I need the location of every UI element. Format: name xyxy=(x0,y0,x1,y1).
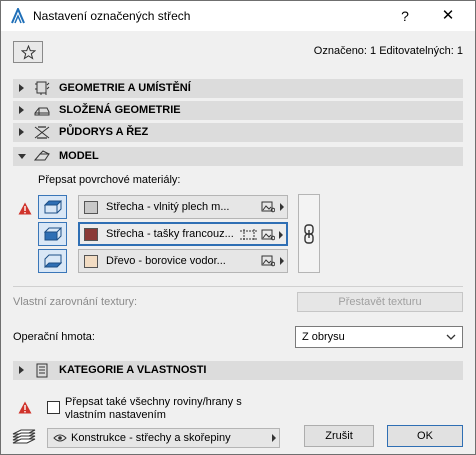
operation-mass-value: Z obrysu xyxy=(302,331,345,343)
image-icon xyxy=(261,229,275,241)
section-label: SLOŽENÁ GEOMETRIE xyxy=(59,104,181,116)
override-all-checkbox[interactable] xyxy=(47,401,60,414)
material-swatch xyxy=(84,201,98,214)
section-label: KATEGORIE A VLASTNOSTI xyxy=(59,364,207,376)
dialog-window: Nastavení označených střech ? ✕ Označeno… xyxy=(0,0,476,455)
chevron-down-icon xyxy=(18,154,26,159)
eye-icon xyxy=(53,434,67,442)
resize-grid-icon xyxy=(240,229,258,241)
caret-right-icon xyxy=(280,257,284,265)
ok-button[interactable]: OK xyxy=(387,425,463,447)
close-button[interactable]: ✕ xyxy=(430,3,466,29)
section-geometry-placement[interactable]: GEOMETRIE A UMÍSTĚNÍ xyxy=(13,79,463,98)
bottom-surface-icon xyxy=(44,254,62,268)
star-icon xyxy=(21,45,36,60)
material-picker-top[interactable]: Střecha - vlnitý plech m... xyxy=(78,195,288,219)
chevron-right-icon xyxy=(19,128,24,136)
archicad-logo-icon xyxy=(11,8,25,24)
chevron-down-icon xyxy=(446,334,456,340)
section-categories-properties[interactable]: KATEGORIE A VLASTNOSTI xyxy=(13,361,463,380)
caret-right-icon xyxy=(272,434,276,442)
layers-icon xyxy=(12,429,36,444)
model-icon xyxy=(34,150,50,161)
material-toggle-side[interactable] xyxy=(38,222,67,246)
caret-right-icon xyxy=(280,203,284,211)
divider xyxy=(13,286,463,287)
section-floorplan-section[interactable]: PŮDORYS A ŘEZ xyxy=(13,123,463,142)
warning-icon xyxy=(18,401,32,414)
side-surface-icon xyxy=(44,227,62,241)
override-all-label-line1: Přepsat také všechny roviny/hrany s xyxy=(65,396,242,408)
material-name: Střecha - vlnitý plech m... xyxy=(106,201,230,213)
override-materials-label: Přepsat povrchové materiály: xyxy=(38,174,181,186)
section-label: MODEL xyxy=(59,150,99,162)
cancel-button[interactable]: Zrušit xyxy=(304,425,374,447)
layer-picker[interactable]: Konstrukce - střechy a skořepiny xyxy=(47,428,280,448)
material-name: Dřevo - borovice vodor... xyxy=(106,255,226,267)
material-swatch xyxy=(84,228,98,241)
operation-mass-select[interactable]: Z obrysu xyxy=(295,326,463,348)
title-bar: Nastavení označených střech ? ✕ xyxy=(1,1,475,31)
chevron-right-icon xyxy=(19,366,24,374)
link-materials-button[interactable] xyxy=(298,194,320,273)
material-toggle-bottom[interactable] xyxy=(38,249,67,273)
selection-info: Označeno: 1 Editovatelných: 1 xyxy=(313,45,463,57)
section-label: PŮDORYS A ŘEZ xyxy=(59,126,149,138)
chevron-right-icon xyxy=(19,106,24,114)
texture-alignment-label: Vlastní zarovnání textury: xyxy=(13,296,138,308)
image-icon xyxy=(261,201,275,213)
image-icon xyxy=(261,255,275,267)
section-label: GEOMETRIE A UMÍSTĚNÍ xyxy=(59,82,191,94)
override-all-label-line2: vlastním nastavením xyxy=(65,409,166,421)
window-title: Nastavení označených střech xyxy=(33,9,191,23)
complex-geometry-icon xyxy=(34,107,50,116)
layer-value: Konstrukce - střechy a skořepiny xyxy=(71,432,231,444)
rebuild-texture-button[interactable]: Přestavět texturu xyxy=(297,292,463,312)
operation-mass-label: Operační hmota: xyxy=(13,331,95,343)
material-picker-bottom[interactable]: Dřevo - borovice vodor... xyxy=(78,249,288,273)
section-model[interactable]: MODEL xyxy=(13,147,463,166)
section-complex-geometry[interactable]: SLOŽENÁ GEOMETRIE xyxy=(13,101,463,120)
geometry-placement-icon xyxy=(35,81,50,95)
top-surface-icon xyxy=(44,200,62,214)
chain-link-icon xyxy=(304,224,314,244)
favorites-button[interactable] xyxy=(13,41,43,63)
material-swatch xyxy=(84,255,98,268)
warning-icon xyxy=(18,202,32,215)
material-toggle-top[interactable] xyxy=(38,195,67,219)
caret-right-icon xyxy=(279,231,283,239)
help-button[interactable]: ? xyxy=(390,3,420,29)
chevron-right-icon xyxy=(19,84,24,92)
floorplan-section-icon xyxy=(34,126,50,139)
material-picker-side[interactable]: Střecha - tašky francouz... xyxy=(78,222,288,246)
material-name: Střecha - tašky francouz... xyxy=(106,228,234,240)
categories-properties-icon xyxy=(36,363,48,378)
